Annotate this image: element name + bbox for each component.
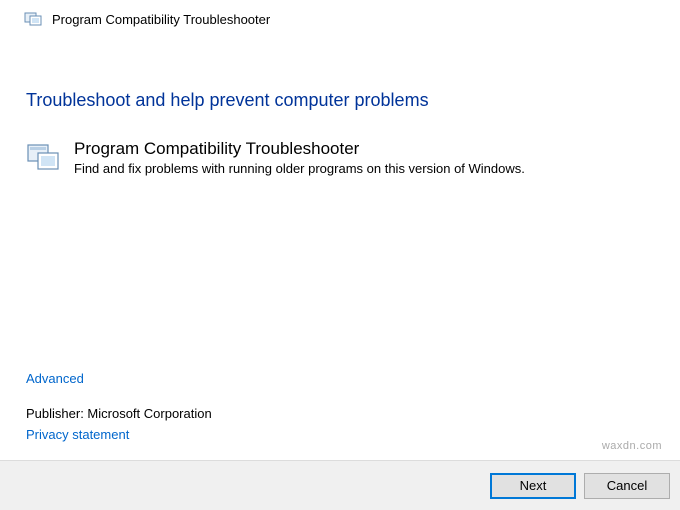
troubleshooter-description: Find and fix problems with running older… [74,161,654,176]
button-bar: Next Cancel [0,460,680,510]
main-heading: Troubleshoot and help prevent computer p… [26,90,654,111]
publisher-prefix: Publisher: [26,406,87,421]
advanced-link[interactable]: Advanced [26,371,212,386]
window-title: Program Compatibility Troubleshooter [52,12,270,27]
next-button[interactable]: Next [490,473,576,499]
watermark-text: waxdn.com [602,440,662,452]
troubleshooter-large-icon [26,139,64,177]
troubleshooter-text-block: Program Compatibility Troubleshooter Fin… [74,139,654,176]
wizard-content: Troubleshoot and help prevent computer p… [0,38,680,177]
title-bar: Program Compatibility Troubleshooter [0,0,680,38]
troubleshooter-title: Program Compatibility Troubleshooter [74,139,654,159]
privacy-statement-link[interactable]: Privacy statement [26,427,129,442]
troubleshooter-small-icon [24,10,44,28]
publisher-line: Publisher: Microsoft Corporation [26,406,212,421]
troubleshooter-item: Program Compatibility Troubleshooter Fin… [26,139,654,177]
footer-links: Advanced Publisher: Microsoft Corporatio… [26,371,212,442]
publisher-name: Microsoft Corporation [87,406,211,421]
cancel-button[interactable]: Cancel [584,473,670,499]
